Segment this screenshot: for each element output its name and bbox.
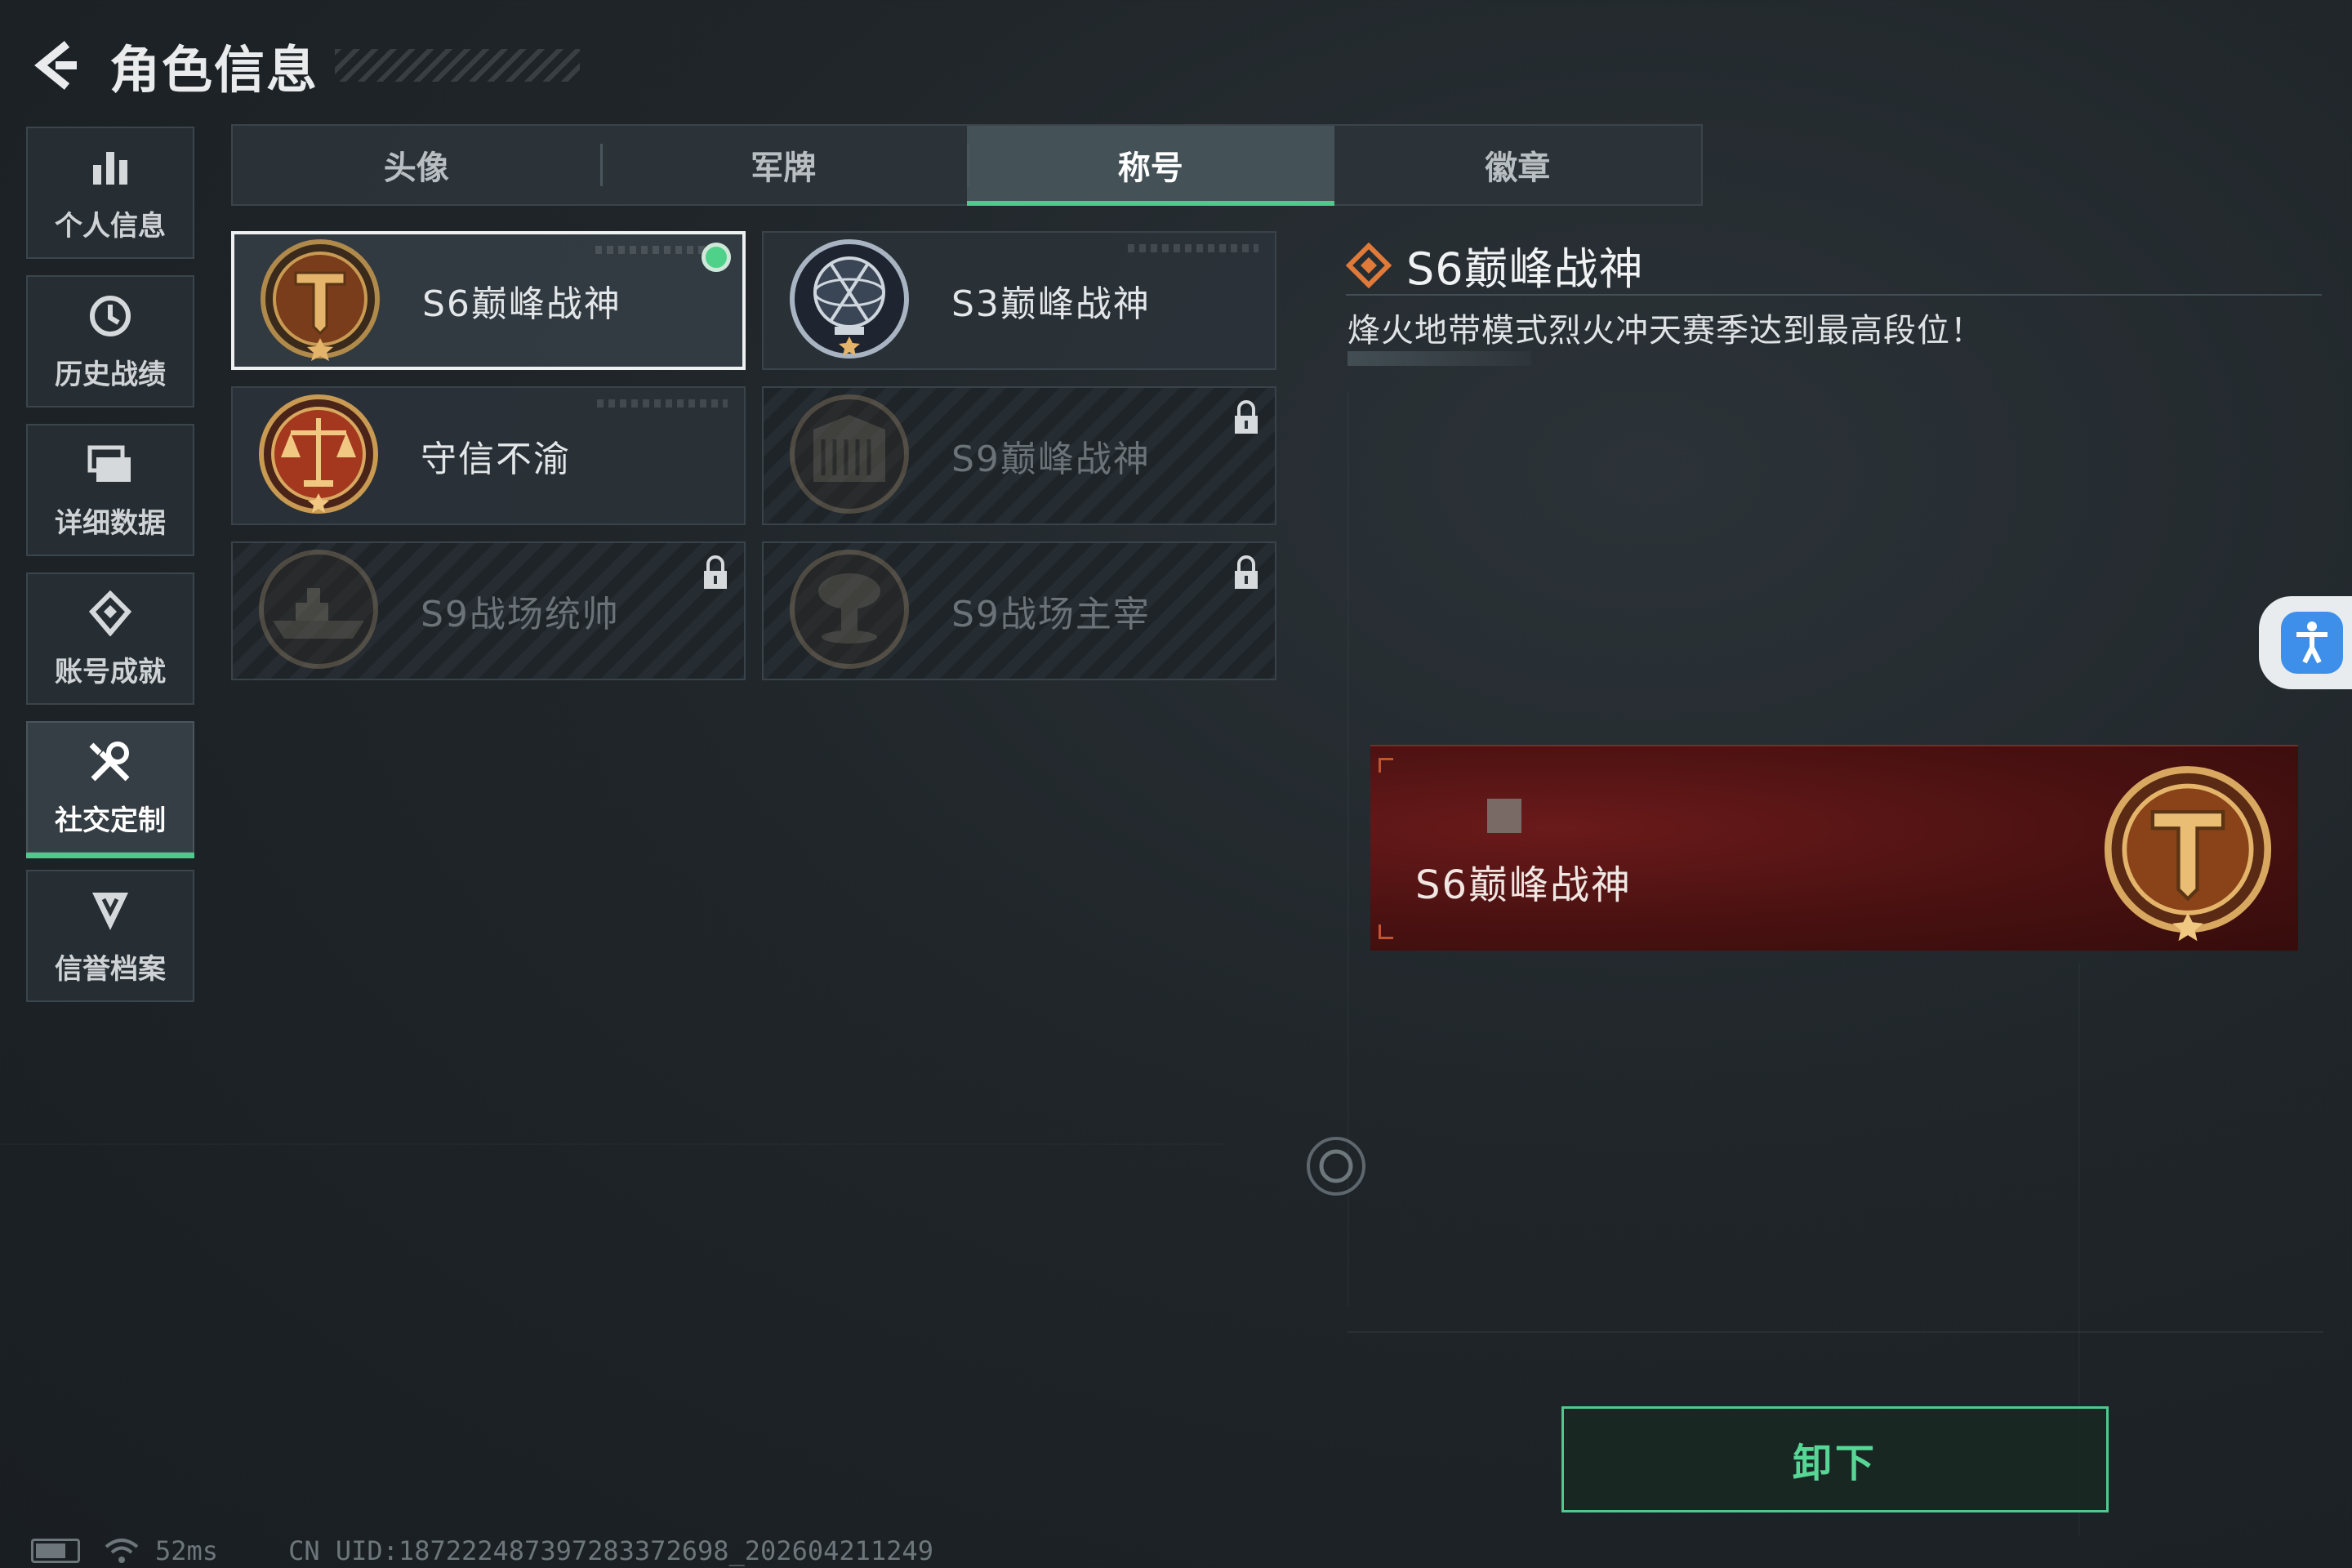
building-emblem xyxy=(790,394,909,514)
sidebar-item-label: 账号成就 xyxy=(55,655,166,688)
title-card-label: S6巅峰战神 xyxy=(422,283,621,325)
lock-icon xyxy=(1235,555,1258,589)
uid-readout: CN UID:18722248739728337​2698_2026042112… xyxy=(288,1535,933,1566)
sidebar-item-label: 个人信息 xyxy=(55,209,166,243)
title-card-label: 守信不渝 xyxy=(421,439,571,480)
diamond-icon xyxy=(1346,242,1392,288)
accessibility-button[interactable] xyxy=(2259,596,2352,689)
lock-icon xyxy=(704,555,727,589)
title-card-label: S9战场统帅 xyxy=(421,594,620,635)
detail-description: 烽火地带模式烈火冲天赛季达到最高段位！ xyxy=(1348,312,1984,350)
achievement-icon xyxy=(86,589,135,638)
equipped-indicator xyxy=(702,243,731,272)
sidebar-item-credit[interactable]: 信誉档案 xyxy=(26,870,194,1002)
title-card[interactable]: S3巅峰战神 xyxy=(762,231,1276,370)
wrench-icon xyxy=(86,737,135,786)
tab-badge[interactable]: 徽章 xyxy=(1334,126,1702,204)
title-card[interactable]: 守信不渝 xyxy=(231,386,746,525)
scales-emblem xyxy=(259,394,378,514)
sidebar-item-detailed-data[interactable]: 详细数据 xyxy=(26,424,194,556)
detail-title: S6巅峰战神 xyxy=(1406,243,1644,295)
title-preview-banner: S6巅峰战神 xyxy=(1370,745,2298,951)
globe-emblem xyxy=(790,239,909,359)
card-decoration xyxy=(1128,244,1258,252)
wifi-icon xyxy=(105,1539,139,1563)
detail-header: S6巅峰战神 xyxy=(1346,233,1644,297)
back-arrow-icon xyxy=(34,41,77,90)
back-button[interactable] xyxy=(24,33,90,98)
tab-avatar[interactable]: 头像 xyxy=(233,126,600,204)
tab-title[interactable]: 称号 xyxy=(967,126,1334,206)
warship-emblem xyxy=(259,550,378,669)
battery-icon xyxy=(31,1539,80,1563)
title-card-label: S3巅峰战神 xyxy=(951,283,1151,325)
title-card[interactable]: S6巅峰战神 xyxy=(231,231,746,370)
page-header: 角色信息 xyxy=(24,24,581,106)
history-clock-icon xyxy=(86,292,135,341)
t-shield-emblem xyxy=(261,239,380,361)
sidebar-item-label: 历史战绩 xyxy=(55,358,166,391)
preview-title-label: S6巅峰战神 xyxy=(1415,862,1633,908)
sidebar: 个人信息 历史战绩 详细数据 账号成就 社交定制 信誉档案 xyxy=(26,127,196,1018)
sidebar-item-achievements[interactable]: 账号成就 xyxy=(26,572,194,705)
sidebar-item-history[interactable]: 历史战绩 xyxy=(26,275,194,408)
title-card-label: S9巅峰战神 xyxy=(951,439,1151,480)
title-card-label: S9战场主宰 xyxy=(951,594,1151,635)
unequip-button[interactable]: 卸下 xyxy=(1561,1406,2109,1512)
sidebar-item-social-custom[interactable]: 社交定制 xyxy=(26,721,194,858)
bar-chart-icon xyxy=(86,143,135,192)
sidebar-item-label: 社交定制 xyxy=(55,804,166,837)
category-tabs: 头像 军牌 称号 徽章 xyxy=(231,124,1703,206)
title-card[interactable]: S9巅峰战神 xyxy=(762,386,1276,525)
center-indicator xyxy=(1307,1137,1365,1196)
status-footer: 52ms CN UID:18722248739728337​2698_20260… xyxy=(31,1535,933,1566)
unequip-label: 卸下 xyxy=(1792,1441,1878,1486)
lock-icon xyxy=(1235,400,1258,434)
detail-sub-decoration xyxy=(1348,351,1531,366)
tab-dog-tag[interactable]: 军牌 xyxy=(599,126,968,204)
detail-divider xyxy=(1346,294,2322,296)
title-card[interactable]: S9战场主宰 xyxy=(762,541,1276,680)
title-card[interactable]: S9战场统帅 xyxy=(231,541,746,680)
header-decoration xyxy=(335,49,581,82)
mushroom-cloud-emblem xyxy=(790,550,909,669)
title-card-grid: S6巅峰战神 S3巅峰战神 守信不渝 S9巅峰战神 S9战场统帅 S9战场主宰 xyxy=(231,231,1276,680)
card-decoration xyxy=(597,399,728,408)
sidebar-item-label: 详细数据 xyxy=(55,506,166,540)
folder-icon xyxy=(86,440,135,489)
corner-decoration xyxy=(1379,758,1393,773)
page-title: 角色信息 xyxy=(109,40,319,100)
sidebar-item-personal-info[interactable]: 个人信息 xyxy=(26,127,194,259)
sidebar-item-label: 信誉档案 xyxy=(55,952,166,986)
credit-shield-icon xyxy=(86,886,135,935)
t-shield-emblem xyxy=(2104,766,2272,942)
corner-decoration xyxy=(1379,924,1393,939)
preview-square xyxy=(1487,799,1521,833)
accessibility-icon xyxy=(2281,612,2343,674)
ping-readout: 52ms xyxy=(155,1535,219,1566)
